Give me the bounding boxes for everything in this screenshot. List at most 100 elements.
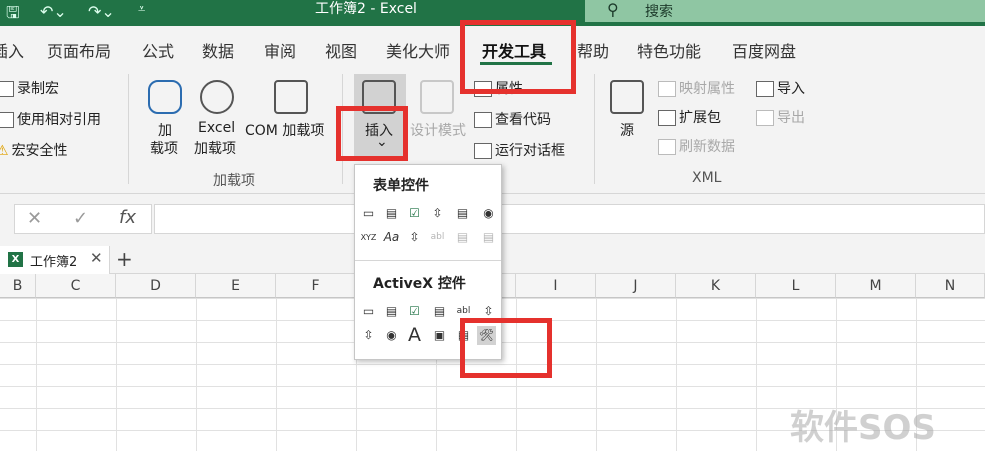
record-macro-label: 录制宏 <box>17 81 59 97</box>
relative-ref-button[interactable]: 使用相对引用 <box>0 109 101 129</box>
activex-spin-icon[interactable]: ⇳ <box>359 326 378 345</box>
activex-combo-icon[interactable]: ▤ <box>382 302 401 321</box>
com-addins-icon <box>274 80 308 114</box>
window-title: 工作簿2 - Excel <box>315 1 417 17</box>
highlight-developer-tab <box>460 20 576 94</box>
tab-formulas[interactable]: 公式 <box>142 38 174 62</box>
formula-buttons: ✕ ✓ fx <box>14 204 152 234</box>
highlight-more-controls <box>460 318 552 378</box>
expansion-pack-button[interactable]: 扩展包 <box>658 107 721 127</box>
excel-icon: X <box>8 252 23 267</box>
activex-listbox-icon[interactable]: ▤ <box>430 302 449 321</box>
export-icon <box>756 110 774 126</box>
activex-checkbox-icon[interactable]: ☑ <box>405 302 424 321</box>
map-properties-icon <box>658 81 676 97</box>
button-control-icon[interactable]: ▭ <box>359 204 378 223</box>
column-header[interactable]: J <box>596 274 676 298</box>
column-header[interactable]: D <box>116 274 196 298</box>
workbook-tab-name: 工作簿2 <box>30 255 78 270</box>
menu-divider <box>355 260 501 261</box>
import-button[interactable]: 导入 <box>756 78 805 98</box>
xml-source-button[interactable]: 源 <box>620 120 634 140</box>
group-separator <box>128 74 129 184</box>
column-header[interactable]: N <box>916 274 985 298</box>
excel-addins-line1[interactable]: Excel <box>198 120 235 136</box>
undo-icon[interactable]: ↶⌄ <box>40 2 67 21</box>
record-macro-button[interactable]: 录制宏 <box>0 78 59 98</box>
column-header[interactable]: C <box>36 274 116 298</box>
map-properties-button[interactable]: 映射属性 <box>658 78 735 98</box>
addins-line2[interactable]: 载项 <box>150 138 178 158</box>
group-label-xml: XML <box>692 170 722 186</box>
tab-beautify[interactable]: 美化大师 <box>386 38 450 62</box>
view-code-label: 查看代码 <box>495 112 551 128</box>
design-mode-icon <box>420 80 454 114</box>
view-code-icon <box>474 112 492 128</box>
search-label: 搜索 <box>645 4 673 20</box>
add-workbook-button[interactable]: + <box>116 247 133 271</box>
column-header[interactable]: M <box>836 274 916 298</box>
customize-qa-icon[interactable]: ⩡ <box>138 2 145 17</box>
column-header[interactable]: I <box>516 274 596 298</box>
tab-help[interactable]: 帮助 <box>577 38 609 62</box>
checkbox-icon[interactable]: ☑ <box>405 204 424 223</box>
tab-insert[interactable]: 插入 <box>0 38 24 62</box>
activex-image-icon[interactable]: ▣ <box>430 326 449 345</box>
tab-review[interactable]: 审阅 <box>264 38 296 62</box>
highlight-insert-button <box>336 106 408 161</box>
tab-page-layout[interactable]: 页面布局 <box>47 38 111 62</box>
option-button-icon[interactable]: ◉ <box>479 204 498 223</box>
tab-baidu-pan[interactable]: 百度网盘 <box>732 38 796 62</box>
column-header[interactable]: K <box>676 274 756 298</box>
cancel-icon[interactable]: ✕ <box>27 208 42 229</box>
view-code-button[interactable]: 查看代码 <box>474 109 551 129</box>
import-label: 导入 <box>777 81 805 97</box>
activex-option-icon[interactable]: ◉ <box>382 326 401 345</box>
column-header[interactable]: F <box>276 274 356 298</box>
refresh-data-button[interactable]: 刷新数据 <box>658 136 735 156</box>
column-header[interactable]: L <box>756 274 836 298</box>
group-separator <box>594 74 595 184</box>
addins-line1[interactable]: 加 <box>158 120 172 140</box>
column-header[interactable]: E <box>196 274 276 298</box>
tab-features[interactable]: 特色功能 <box>637 38 701 62</box>
column-header[interactable]: B <box>0 274 36 298</box>
record-macro-icon <box>0 81 14 97</box>
export-button[interactable]: 导出 <box>756 107 805 127</box>
list-box-icon[interactable]: ▤ <box>453 204 472 223</box>
design-mode-button[interactable]: 设计模式 <box>410 120 466 140</box>
text-field-icon: abl <box>430 232 445 242</box>
macro-security-label: 宏安全性 <box>11 143 68 159</box>
activex-button-icon[interactable]: ▭ <box>359 302 378 321</box>
relative-ref-label: 使用相对引用 <box>17 112 101 128</box>
spin-button-icon[interactable]: ⇳ <box>428 204 447 223</box>
combo-box-icon[interactable]: ▤ <box>382 204 401 223</box>
search-icon: ⚲ <box>607 0 619 19</box>
enter-icon[interactable]: ✓ <box>73 208 88 229</box>
close-icon[interactable]: ✕ <box>90 249 103 267</box>
save-icon[interactable]: 🖫 <box>6 2 20 29</box>
search-box[interactable]: ⚲ 搜索 <box>585 0 985 22</box>
redo-icon[interactable]: ↷⌄ <box>88 2 115 21</box>
excel-addins-line2[interactable]: 加载项 <box>194 138 236 158</box>
activex-label-icon[interactable]: A <box>405 326 424 345</box>
scroll-bar-icon[interactable]: ⇳ <box>405 228 424 247</box>
group-box-icon[interactable]: XYZ <box>359 228 378 247</box>
gear-icon <box>200 80 234 114</box>
label-control-icon[interactable]: Aa <box>382 228 401 247</box>
tab-view[interactable]: 视图 <box>325 38 357 62</box>
form-controls-header: 表单控件 <box>373 178 429 194</box>
insert-function-icon[interactable]: fx <box>119 207 136 228</box>
expansion-pack-label: 扩展包 <box>679 110 721 126</box>
formula-input[interactable] <box>154 204 985 234</box>
group-label-addins: 加载项 <box>213 173 255 189</box>
macro-security-button[interactable]: ⚠ 宏安全性 <box>0 140 68 160</box>
import-icon <box>756 81 774 97</box>
tab-data[interactable]: 数据 <box>202 38 234 62</box>
workbook-tab[interactable]: X 工作簿2 ✕ <box>0 246 110 274</box>
activex-controls-header: ActiveX 控件 <box>373 276 466 292</box>
run-dialog-button[interactable]: 运行对话框 <box>474 140 565 160</box>
com-addins-button[interactable]: COM 加载项 <box>245 120 324 140</box>
map-properties-label: 映射属性 <box>679 81 735 97</box>
export-label: 导出 <box>777 110 805 126</box>
